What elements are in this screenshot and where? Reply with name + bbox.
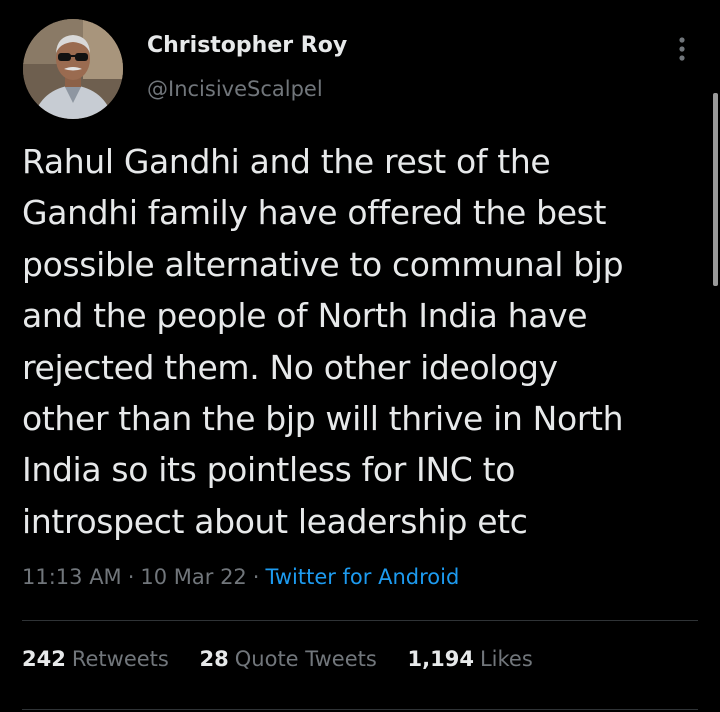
more-vertical-icon: [679, 37, 685, 61]
author-name[interactable]: Christopher Roy: [147, 33, 347, 58]
author-handle[interactable]: @IncisiveScalpel: [147, 77, 323, 101]
more-options-button[interactable]: [668, 32, 696, 66]
likes-count: 1,194: [407, 647, 474, 671]
retweets-stat[interactable]: 242 Retweets: [22, 647, 169, 671]
tweet-date[interactable]: 10 Mar 22: [140, 565, 246, 589]
meta-separator: ·: [252, 565, 260, 589]
tweet-detail: Christopher Roy @IncisiveScalpel Rahul G…: [0, 0, 720, 712]
quote-tweets-stat[interactable]: 28 Quote Tweets: [200, 647, 377, 671]
avatar[interactable]: [23, 19, 123, 119]
tweet-text: Rahul Gandhi and the rest of the Gandhi …: [22, 142, 624, 541]
tweet-meta: 11:13 AM · 10 Mar 22 · Twitter for Android: [22, 565, 459, 589]
scrollbar[interactable]: [713, 93, 718, 286]
avatar-photo: [23, 19, 123, 119]
meta-separator: ·: [127, 565, 135, 589]
likes-stat[interactable]: 1,194 Likes: [408, 647, 533, 671]
engagement-stats: 242 Retweets 28 Quote Tweets 1,194 Likes: [22, 647, 557, 671]
tweet-source-link[interactable]: Twitter for Android: [265, 565, 459, 589]
retweets-count: 242: [22, 647, 66, 671]
divider: [22, 709, 698, 710]
tweet-time[interactable]: 11:13 AM: [22, 565, 122, 589]
quote-tweets-label: Quote Tweets: [234, 647, 377, 671]
quote-tweets-count: 28: [199, 647, 229, 671]
retweets-label: Retweets: [71, 647, 169, 671]
likes-label: Likes: [479, 647, 533, 671]
divider: [22, 620, 698, 621]
